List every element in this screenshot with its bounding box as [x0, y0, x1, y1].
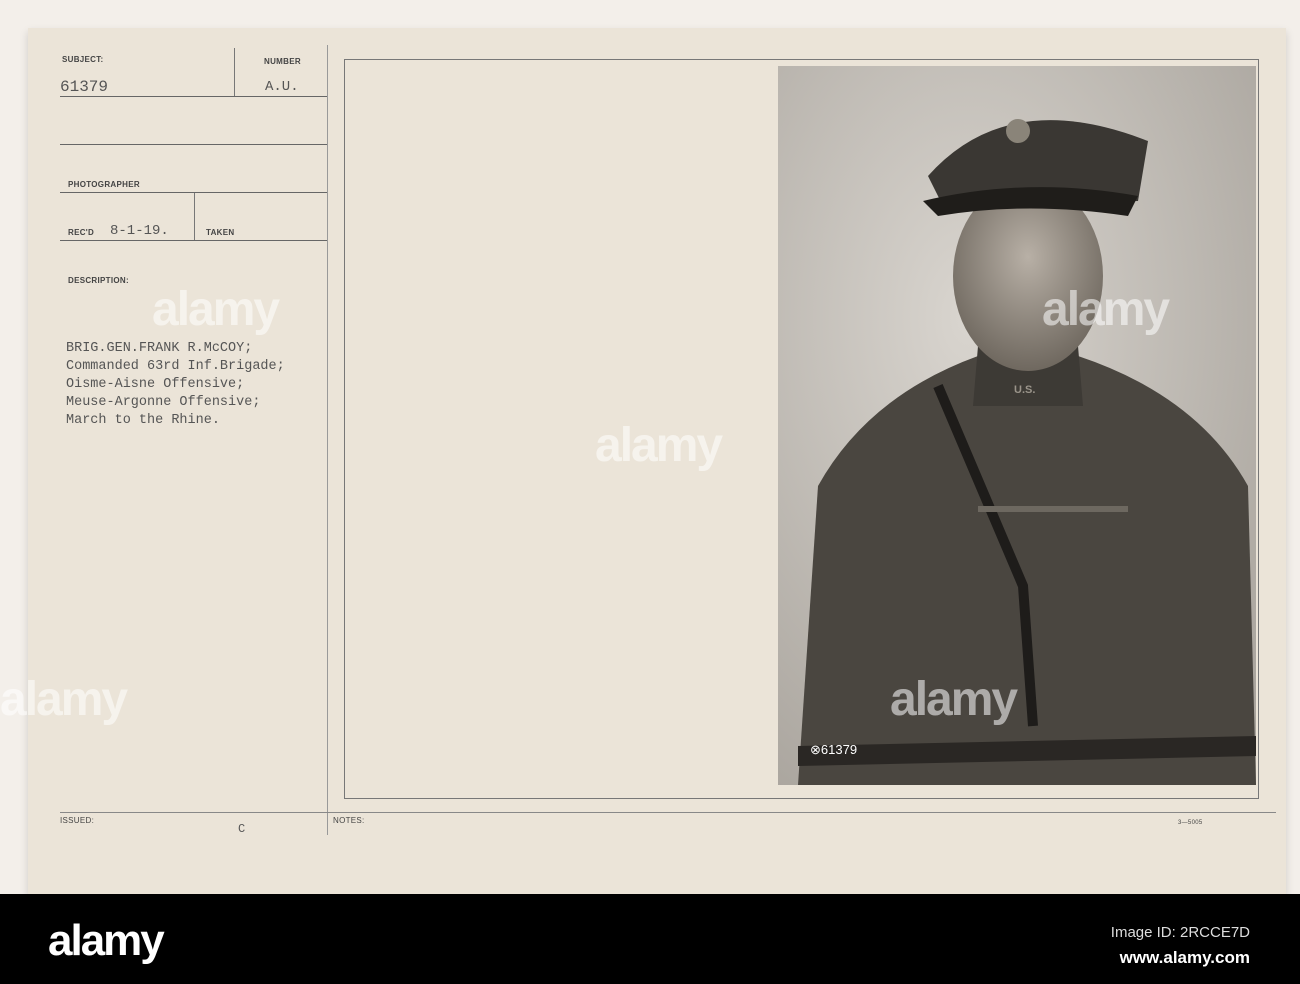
divider [60, 96, 328, 97]
number-label: NUMBER [264, 57, 301, 66]
subject-value: 61379 [60, 78, 109, 96]
issued-value: C [238, 822, 246, 836]
taken-label: TAKEN [206, 228, 235, 237]
divider [60, 812, 1276, 813]
description-line: Meuse-Argonne Offensive; [66, 395, 261, 410]
number-value: A.U. [265, 79, 299, 95]
photographer-label: PHOTOGRAPHER [68, 180, 140, 189]
notes-label: NOTES: [333, 816, 365, 825]
description-line: Commanded 63rd Inf.Brigade; [66, 359, 285, 374]
divider [60, 144, 328, 145]
collar-badge: U.S. [1014, 384, 1036, 396]
watermark: alamy [152, 283, 280, 336]
recd-value: 8-1-19. [110, 223, 169, 239]
form-number: 3—5005 [1178, 820, 1203, 826]
issued-label: ISSUED: [60, 816, 95, 825]
divider [60, 240, 328, 241]
watermark: alamy [0, 673, 128, 726]
stock-footer: alamy Image ID: 2RCCE7D www.alamy.com [0, 894, 1300, 984]
divider [194, 193, 195, 240]
description-line: BRIG.GEN.FRANK R.McCOY; [66, 341, 253, 356]
watermark: alamy [595, 419, 723, 472]
description-line: March to the Rhine. [66, 413, 220, 428]
portrait-image [778, 66, 1256, 785]
portrait-photo: U.S. ⊗61379 [778, 66, 1256, 785]
alamy-logo: alamy [48, 916, 165, 965]
image-id: Image ID: 2RCCE7D [1110, 924, 1250, 941]
description-line: Oisme-Aisne Offensive; [66, 377, 245, 392]
description-text: BRIG.GEN.FRANK R.McCOY; Commanded 63rd In… [66, 340, 285, 430]
recd-label: REC'D [68, 228, 95, 237]
description-label: DESCRIPTION: [68, 276, 129, 285]
alamy-url[interactable]: www.alamy.com [1120, 948, 1250, 968]
watermark: alamy [890, 673, 1018, 726]
negative-number: ⊗61379 [810, 742, 858, 757]
divider [234, 48, 235, 96]
column-divider [327, 45, 328, 835]
subject-label: SUBJECT: [62, 55, 104, 64]
watermark: alamy [1042, 283, 1170, 336]
